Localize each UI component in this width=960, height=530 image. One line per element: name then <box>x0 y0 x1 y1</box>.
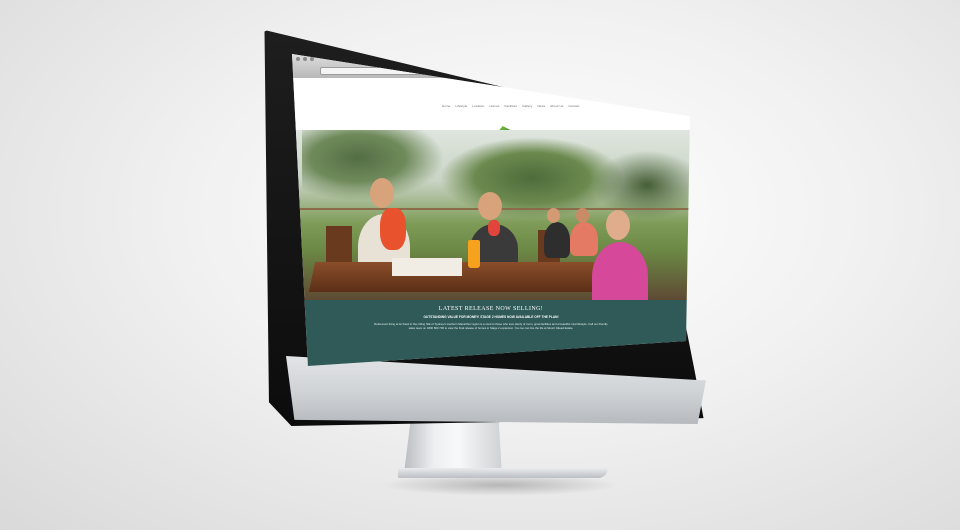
hero-platter <box>392 258 462 276</box>
hero-person-head <box>370 178 394 208</box>
monitor-screen: Home Lifestyle Location Homes Facilities… <box>292 54 690 366</box>
banner-subtitle: OUTSTANDING VALUE FOR MONEY! STAGE 2 HOM… <box>423 315 559 319</box>
main-navigation: Home Lifestyle Location Homes Facilities… <box>442 104 579 108</box>
hero-person-head <box>478 192 502 220</box>
hero-juice-jug <box>468 240 480 268</box>
hero-person-head <box>576 208 589 223</box>
site-header: Home Lifestyle Location Homes Facilities… <box>292 78 690 130</box>
monitor-stand-base <box>398 468 608 478</box>
nav-item-homes[interactable]: Homes <box>489 104 499 108</box>
nav-item-about-us[interactable]: About Us <box>550 104 563 108</box>
desktop-scene: Home Lifestyle Location Homes Facilities… <box>0 0 960 530</box>
nav-item-contact[interactable]: Contact <box>568 104 579 108</box>
nav-item-gallery[interactable]: Gallery <box>522 104 532 108</box>
nav-item-location[interactable]: Location <box>472 104 484 108</box>
banner-title: LATEST RELEASE NOW SELLING! <box>438 306 544 312</box>
nav-item-lifestyle[interactable]: Lifestyle <box>455 104 467 108</box>
hero-chair <box>326 226 352 264</box>
zoom-window-icon[interactable] <box>310 57 314 61</box>
hero-person <box>570 222 598 256</box>
hero-person <box>592 242 648 300</box>
hero-person <box>544 222 570 258</box>
banner-body-text: Retirement living at its finest in the r… <box>374 322 608 330</box>
nav-item-home[interactable]: Home <box>442 104 450 108</box>
hero-person-head <box>606 210 630 240</box>
window-controls[interactable] <box>296 57 314 61</box>
minimize-window-icon[interactable] <box>303 57 307 61</box>
hero-image <box>292 130 690 300</box>
nav-item-facilities[interactable]: Facilities <box>504 104 517 108</box>
hero-person-head <box>547 208 560 223</box>
hero-scarf <box>380 208 406 250</box>
close-window-icon[interactable] <box>296 57 300 61</box>
hero-scarf <box>488 220 500 236</box>
nav-item-news[interactable]: News <box>537 104 545 108</box>
